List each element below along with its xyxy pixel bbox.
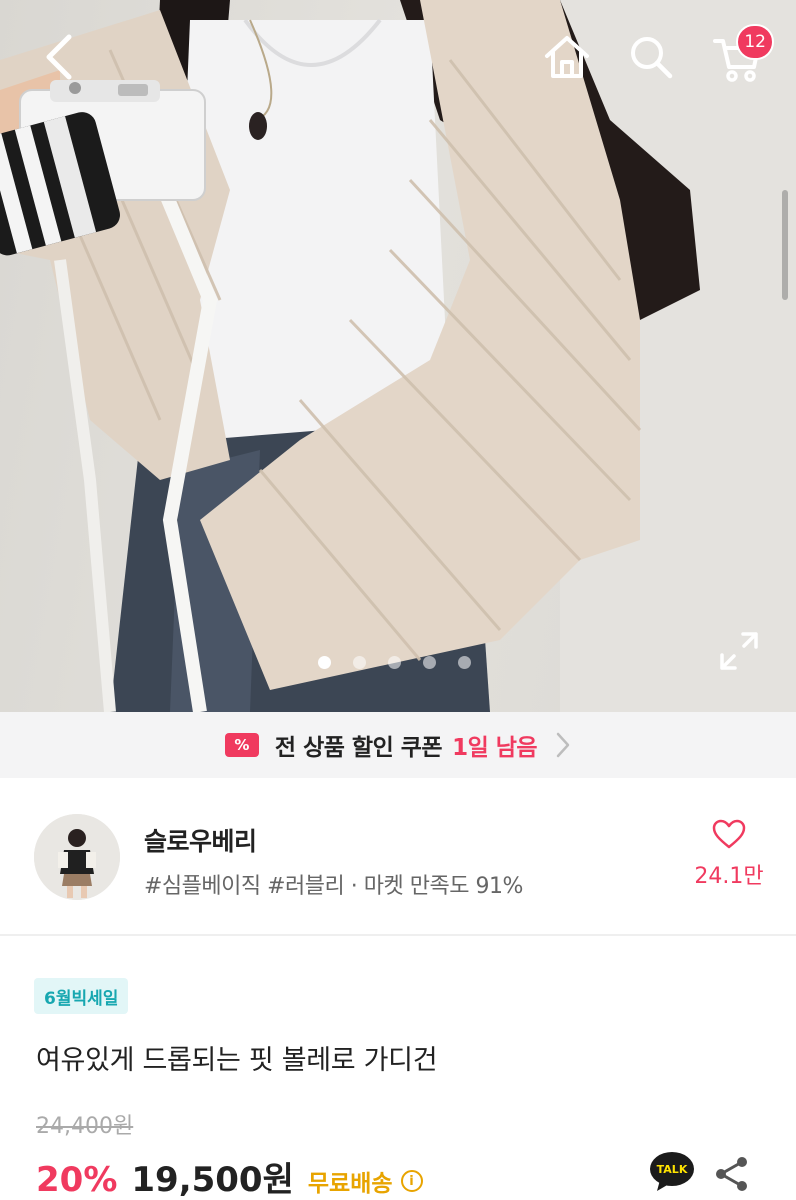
coupon-remaining: 1일 남음	[452, 735, 538, 761]
home-icon	[545, 36, 589, 78]
share-icon	[716, 1157, 747, 1191]
coupon-icon: %	[224, 733, 259, 757]
original-price: 24,400원	[36, 1114, 134, 1139]
sale-price: 19,500원	[131, 1160, 294, 1200]
coupon-text: 전 상품 할인 쿠폰	[274, 735, 443, 761]
heart-icon	[712, 819, 746, 849]
back-icon	[46, 34, 72, 80]
shop-meta: #심플베이직 #러블리 · 마켓 만족도 91%	[144, 874, 523, 899]
carousel-dot[interactable]	[388, 656, 401, 669]
product-image-carousel[interactable]: 12	[0, 0, 796, 712]
talk-icon: TALK	[650, 1152, 694, 1191]
fullscreen-button[interactable]	[716, 628, 762, 674]
shop-avatar[interactable]	[34, 814, 120, 900]
search-icon	[631, 37, 673, 79]
kakao-talk-button[interactable]: TALK	[648, 1150, 696, 1194]
avatar-image	[34, 814, 120, 900]
free-shipping[interactable]: 무료배송 i	[308, 1164, 423, 1198]
like-count: 24.1만	[694, 864, 764, 889]
product-title: 여유있게 드롭되는 핏 볼레로 가디건	[36, 1045, 438, 1076]
chevron-right-icon	[556, 732, 570, 758]
carousel-dot[interactable]	[423, 656, 436, 669]
expand-icon	[720, 632, 758, 670]
carousel-dot[interactable]	[353, 656, 366, 669]
price-row: 20% 19,500원 무료배송 i	[36, 1152, 423, 1200]
coupon-banner[interactable]: % 전 상품 할인 쿠폰 1일 남음	[0, 712, 796, 778]
share-button[interactable]	[712, 1154, 752, 1194]
shop-info: 슬로우베리 #심플베이직 #러블리 · 마켓 만족도 91% 24.1만	[0, 778, 796, 936]
product-photo	[0, 0, 796, 712]
free-shipping-label: 무료배송	[307, 1171, 393, 1197]
cart-count-badge: 12	[736, 24, 774, 60]
page-scrollbar[interactable]	[782, 190, 788, 300]
carousel-dot[interactable]	[458, 656, 471, 669]
search-button[interactable]	[622, 28, 680, 86]
info-icon: i	[400, 1170, 423, 1192]
cart-button[interactable]: 12	[706, 24, 774, 88]
carousel-dot[interactable]	[318, 656, 331, 669]
home-button[interactable]	[538, 28, 596, 86]
talk-label: TALK	[657, 1163, 688, 1176]
like-button[interactable]: 24.1만	[686, 818, 772, 890]
carousel-indicator	[318, 656, 471, 669]
product-info: 6월빅세일 여유있게 드롭되는 핏 볼레로 가디건 24,400원 20% 19…	[0, 936, 796, 1200]
back-button[interactable]	[30, 28, 88, 86]
discount-rate: 20%	[36, 1160, 118, 1200]
shop-name[interactable]: 슬로우베리	[144, 822, 257, 858]
sale-tag: 6월빅세일	[34, 978, 129, 1014]
